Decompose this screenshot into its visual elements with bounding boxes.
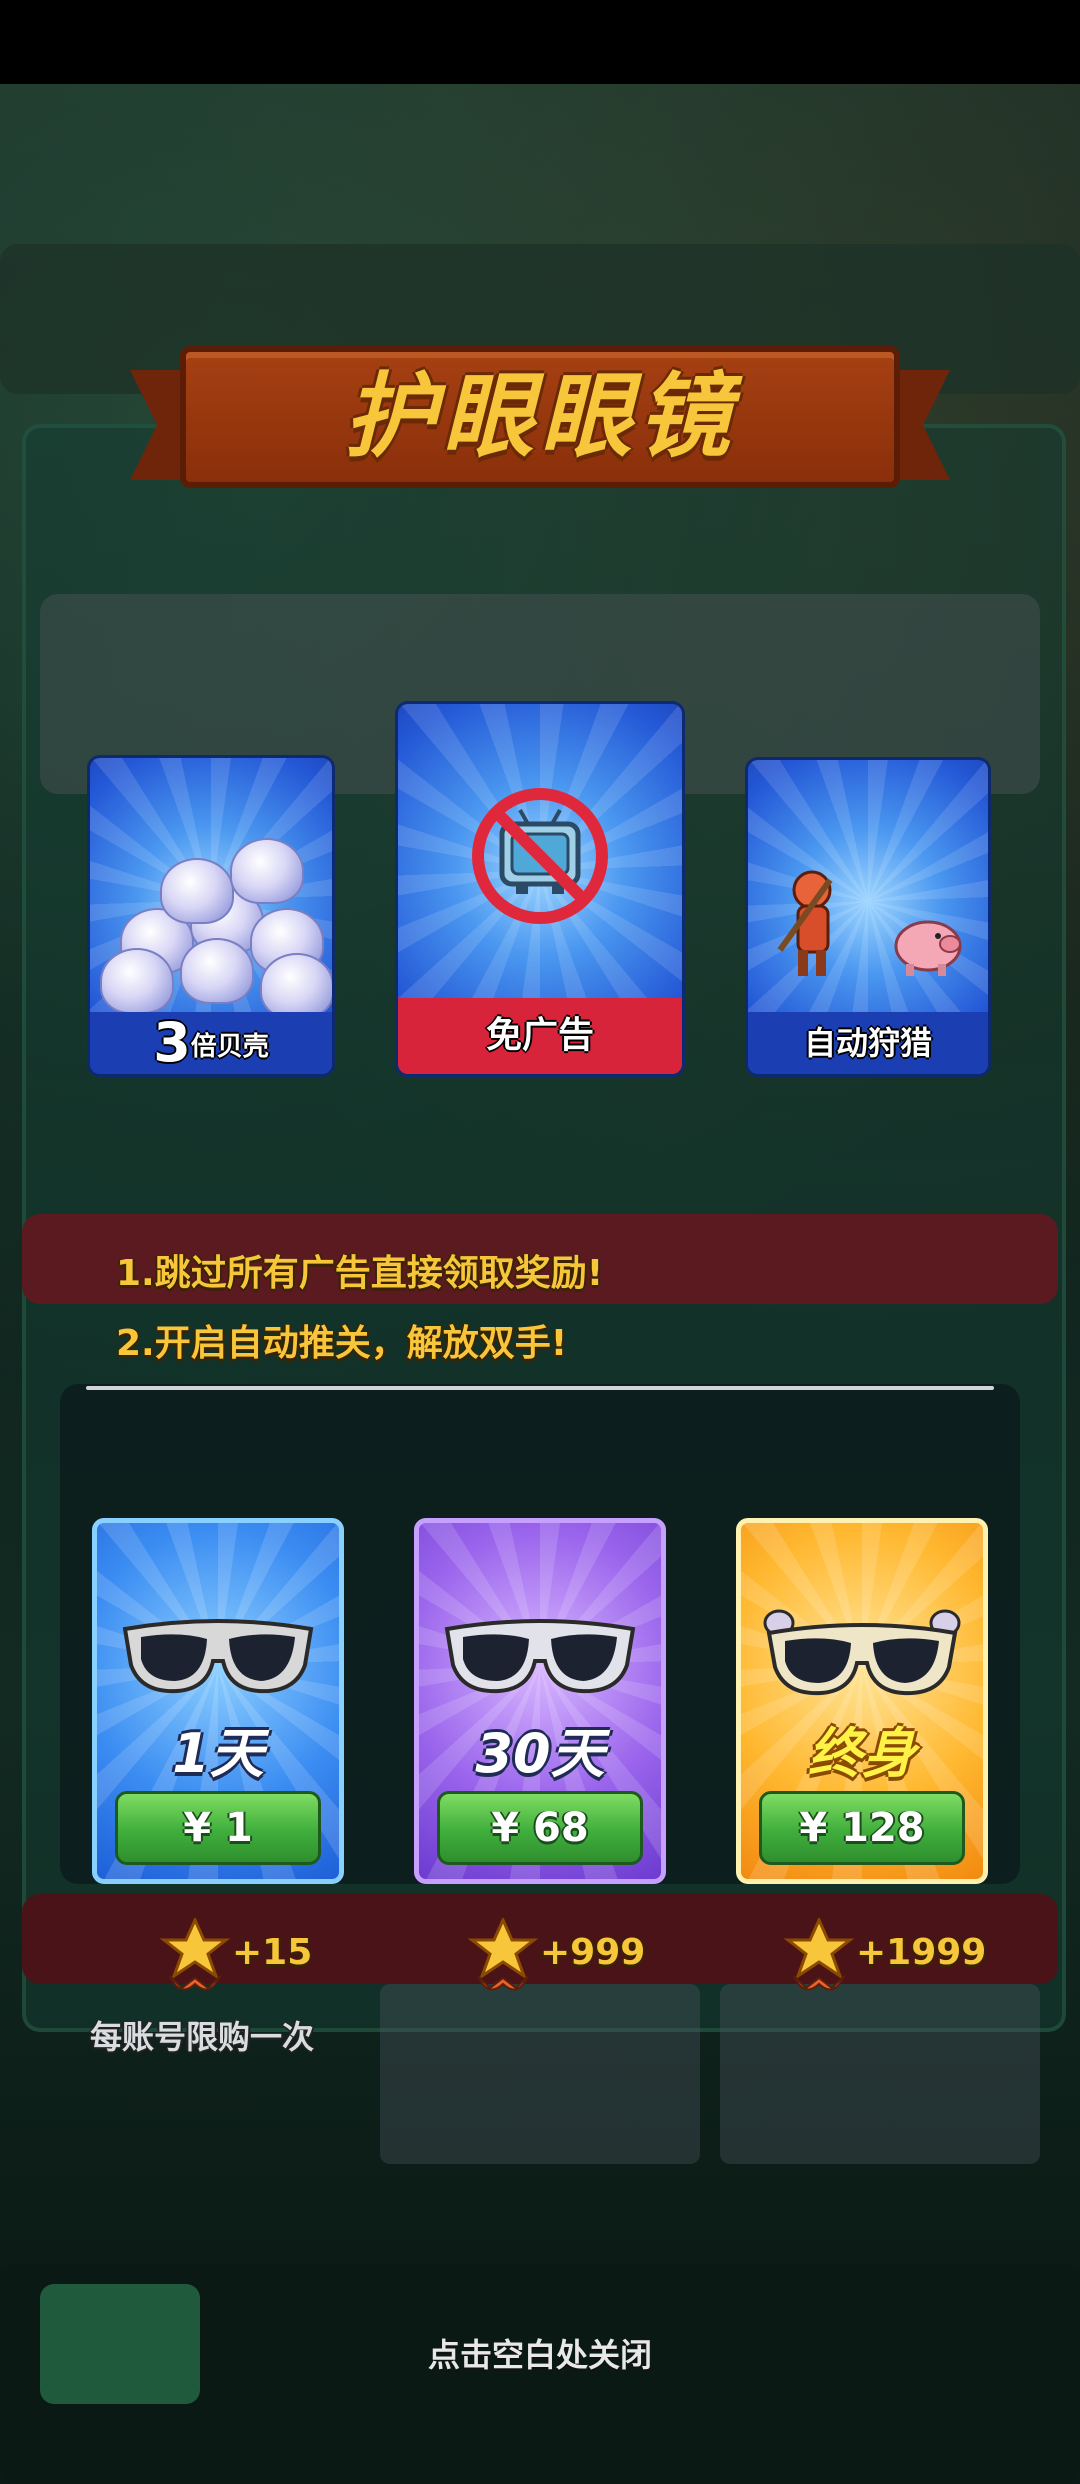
tap-to-close-hint[interactable]: 点击空白处关闭: [0, 2330, 1080, 2376]
shell-icon: [160, 858, 234, 924]
feature-card-triple-shells: 3倍贝壳: [90, 758, 332, 1074]
buy-button-30-days[interactable]: ¥ 68: [437, 1791, 643, 1865]
package-card-lifetime[interactable]: 终身 ¥ 128: [736, 1518, 988, 1884]
package-duration: 1天: [172, 1722, 264, 1785]
no-tv-icon: [472, 788, 608, 924]
shell-icon: [230, 838, 304, 904]
fox-medal-icon: [160, 1918, 230, 1991]
benefit-line-1: 1.跳过所有广告直接领取奖励!: [116, 1253, 604, 1294]
hunter-character-icon: [777, 870, 833, 976]
feature-label-no-ads: 免广告: [398, 998, 682, 1074]
feature-card-no-ads: 免广告: [398, 704, 682, 1074]
multiplier-text: 倍贝壳: [190, 1032, 269, 1062]
title-banner: 护眼眼镜: [130, 346, 950, 500]
bonus-amount: +1999: [856, 1932, 987, 1973]
pig-icon: [894, 920, 962, 976]
shell-icon: [180, 938, 254, 1004]
package-card-1-day[interactable]: 1天 ¥ 1: [92, 1518, 344, 1884]
bonus-amount: +15: [232, 1932, 313, 1973]
shell-icon: [100, 948, 174, 1014]
buy-button-lifetime[interactable]: ¥ 128: [759, 1791, 965, 1865]
package-duration: 30天: [475, 1722, 605, 1785]
sunglasses-icon: [122, 1619, 314, 1694]
bonus-amount: +999: [540, 1932, 646, 1973]
feature-card-auto-hunt: 自动狩猎: [748, 760, 988, 1074]
purchase-limit-note: 每账号限购一次: [90, 2018, 315, 2056]
fox-medal-icon: [468, 1918, 538, 1991]
fox-medal-icon: [784, 1918, 854, 1991]
bg-slot: [380, 1984, 700, 2164]
buy-button-1-day[interactable]: ¥ 1: [115, 1791, 321, 1865]
feature-label-auto-hunt: 自动狩猎: [748, 1012, 988, 1074]
shell-icon: [260, 953, 332, 1019]
feature-label-shells: 3倍贝壳: [90, 1012, 332, 1074]
status-bar: [0, 0, 1080, 84]
package-card-30-days[interactable]: 30天 ¥ 68: [414, 1518, 666, 1884]
bg-slot: [720, 1984, 1040, 2164]
sunglasses-icon: [444, 1619, 636, 1694]
divider: [86, 1386, 994, 1390]
package-duration: 终身: [808, 1722, 916, 1785]
sunglasses-icon: [763, 1609, 961, 1696]
benefit-line-2: 2.开启自动推关，解放双手!: [116, 1323, 568, 1364]
multiplier-number: 3: [153, 1011, 191, 1074]
page-title: 护眼眼镜: [343, 363, 736, 470]
